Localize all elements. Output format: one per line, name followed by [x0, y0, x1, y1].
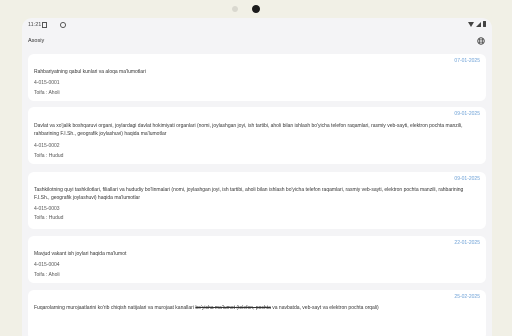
list-item[interactable]: 09-01-2025 Davlat va xo'jalik boshqaruvi…	[28, 107, 486, 164]
item-date: 25-02-2025	[454, 294, 480, 300]
dnd-icon	[60, 22, 66, 28]
item-description-part: va navbatda, veb-sayt va elektron pochta…	[270, 305, 379, 311]
item-category: Toifa : Aholi	[34, 272, 60, 278]
item-description: Mavjud vakant ish joylari haqida ma'lumo…	[34, 251, 127, 257]
sim-icon	[42, 22, 47, 28]
signal-icon	[476, 21, 481, 27]
screen: 11:21 Asosiy 07-01-2025 Rahbariyatning q…	[22, 18, 492, 336]
wifi-icon	[468, 21, 474, 27]
front-camera	[252, 5, 260, 13]
item-description: Davlat va xo'jalik boshqaruvi organi, jo…	[34, 123, 463, 137]
item-category: Toifa : Hudud	[34, 215, 64, 221]
item-description-struck: bo'yicha ma'lumot (telefon, pochta	[195, 305, 271, 311]
item-code: 4-015-0003	[34, 206, 60, 212]
globe-icon[interactable]	[477, 37, 485, 45]
item-description-part: Fuqarolarning murojaatlarini ko'rib chiq…	[34, 305, 196, 311]
item-description: Fuqarolarning murojaatlarini ko'rib chiq…	[34, 304, 474, 312]
status-right	[468, 21, 486, 27]
list-item[interactable]: 07-01-2025 Rahbariyatning qabul kunlari …	[28, 54, 486, 101]
device-frame: 11:21 Asosiy 07-01-2025 Rahbariyatning q…	[0, 0, 512, 336]
item-code: 4-015-0004	[34, 262, 60, 268]
list-item[interactable]: 22-01-2025 Mavjud vakant ish joylari haq…	[28, 236, 486, 283]
status-time: 11:21	[28, 22, 42, 28]
item-date: 22-01-2025	[454, 240, 480, 246]
item-code: 4-015-0002	[34, 143, 60, 149]
item-category: Toifa : Hudud	[34, 153, 64, 159]
list-item[interactable]: 25-02-2025 Fuqarolarning murojaatlarini …	[28, 290, 486, 336]
battery-icon	[483, 21, 486, 27]
item-description: Tashkilotning quyi tashkilotlari, filial…	[34, 187, 464, 201]
item-date: 09-01-2025	[454, 176, 480, 182]
item-date: 09-01-2025	[454, 111, 480, 117]
sensor-dot	[232, 6, 238, 12]
list-item[interactable]: 09-01-2025 Tashkilotning quyi tashkilotl…	[28, 172, 486, 229]
item-code: 4-015-0001	[34, 80, 60, 86]
status-bar: 11:21	[22, 18, 492, 34]
item-date: 07-01-2025	[454, 58, 480, 64]
item-category: Toifa : Aholi	[34, 90, 60, 96]
item-description: Rahbariyatning qabul kunlari va aloqa ma…	[34, 69, 146, 75]
page-title: Asosiy	[28, 38, 45, 44]
